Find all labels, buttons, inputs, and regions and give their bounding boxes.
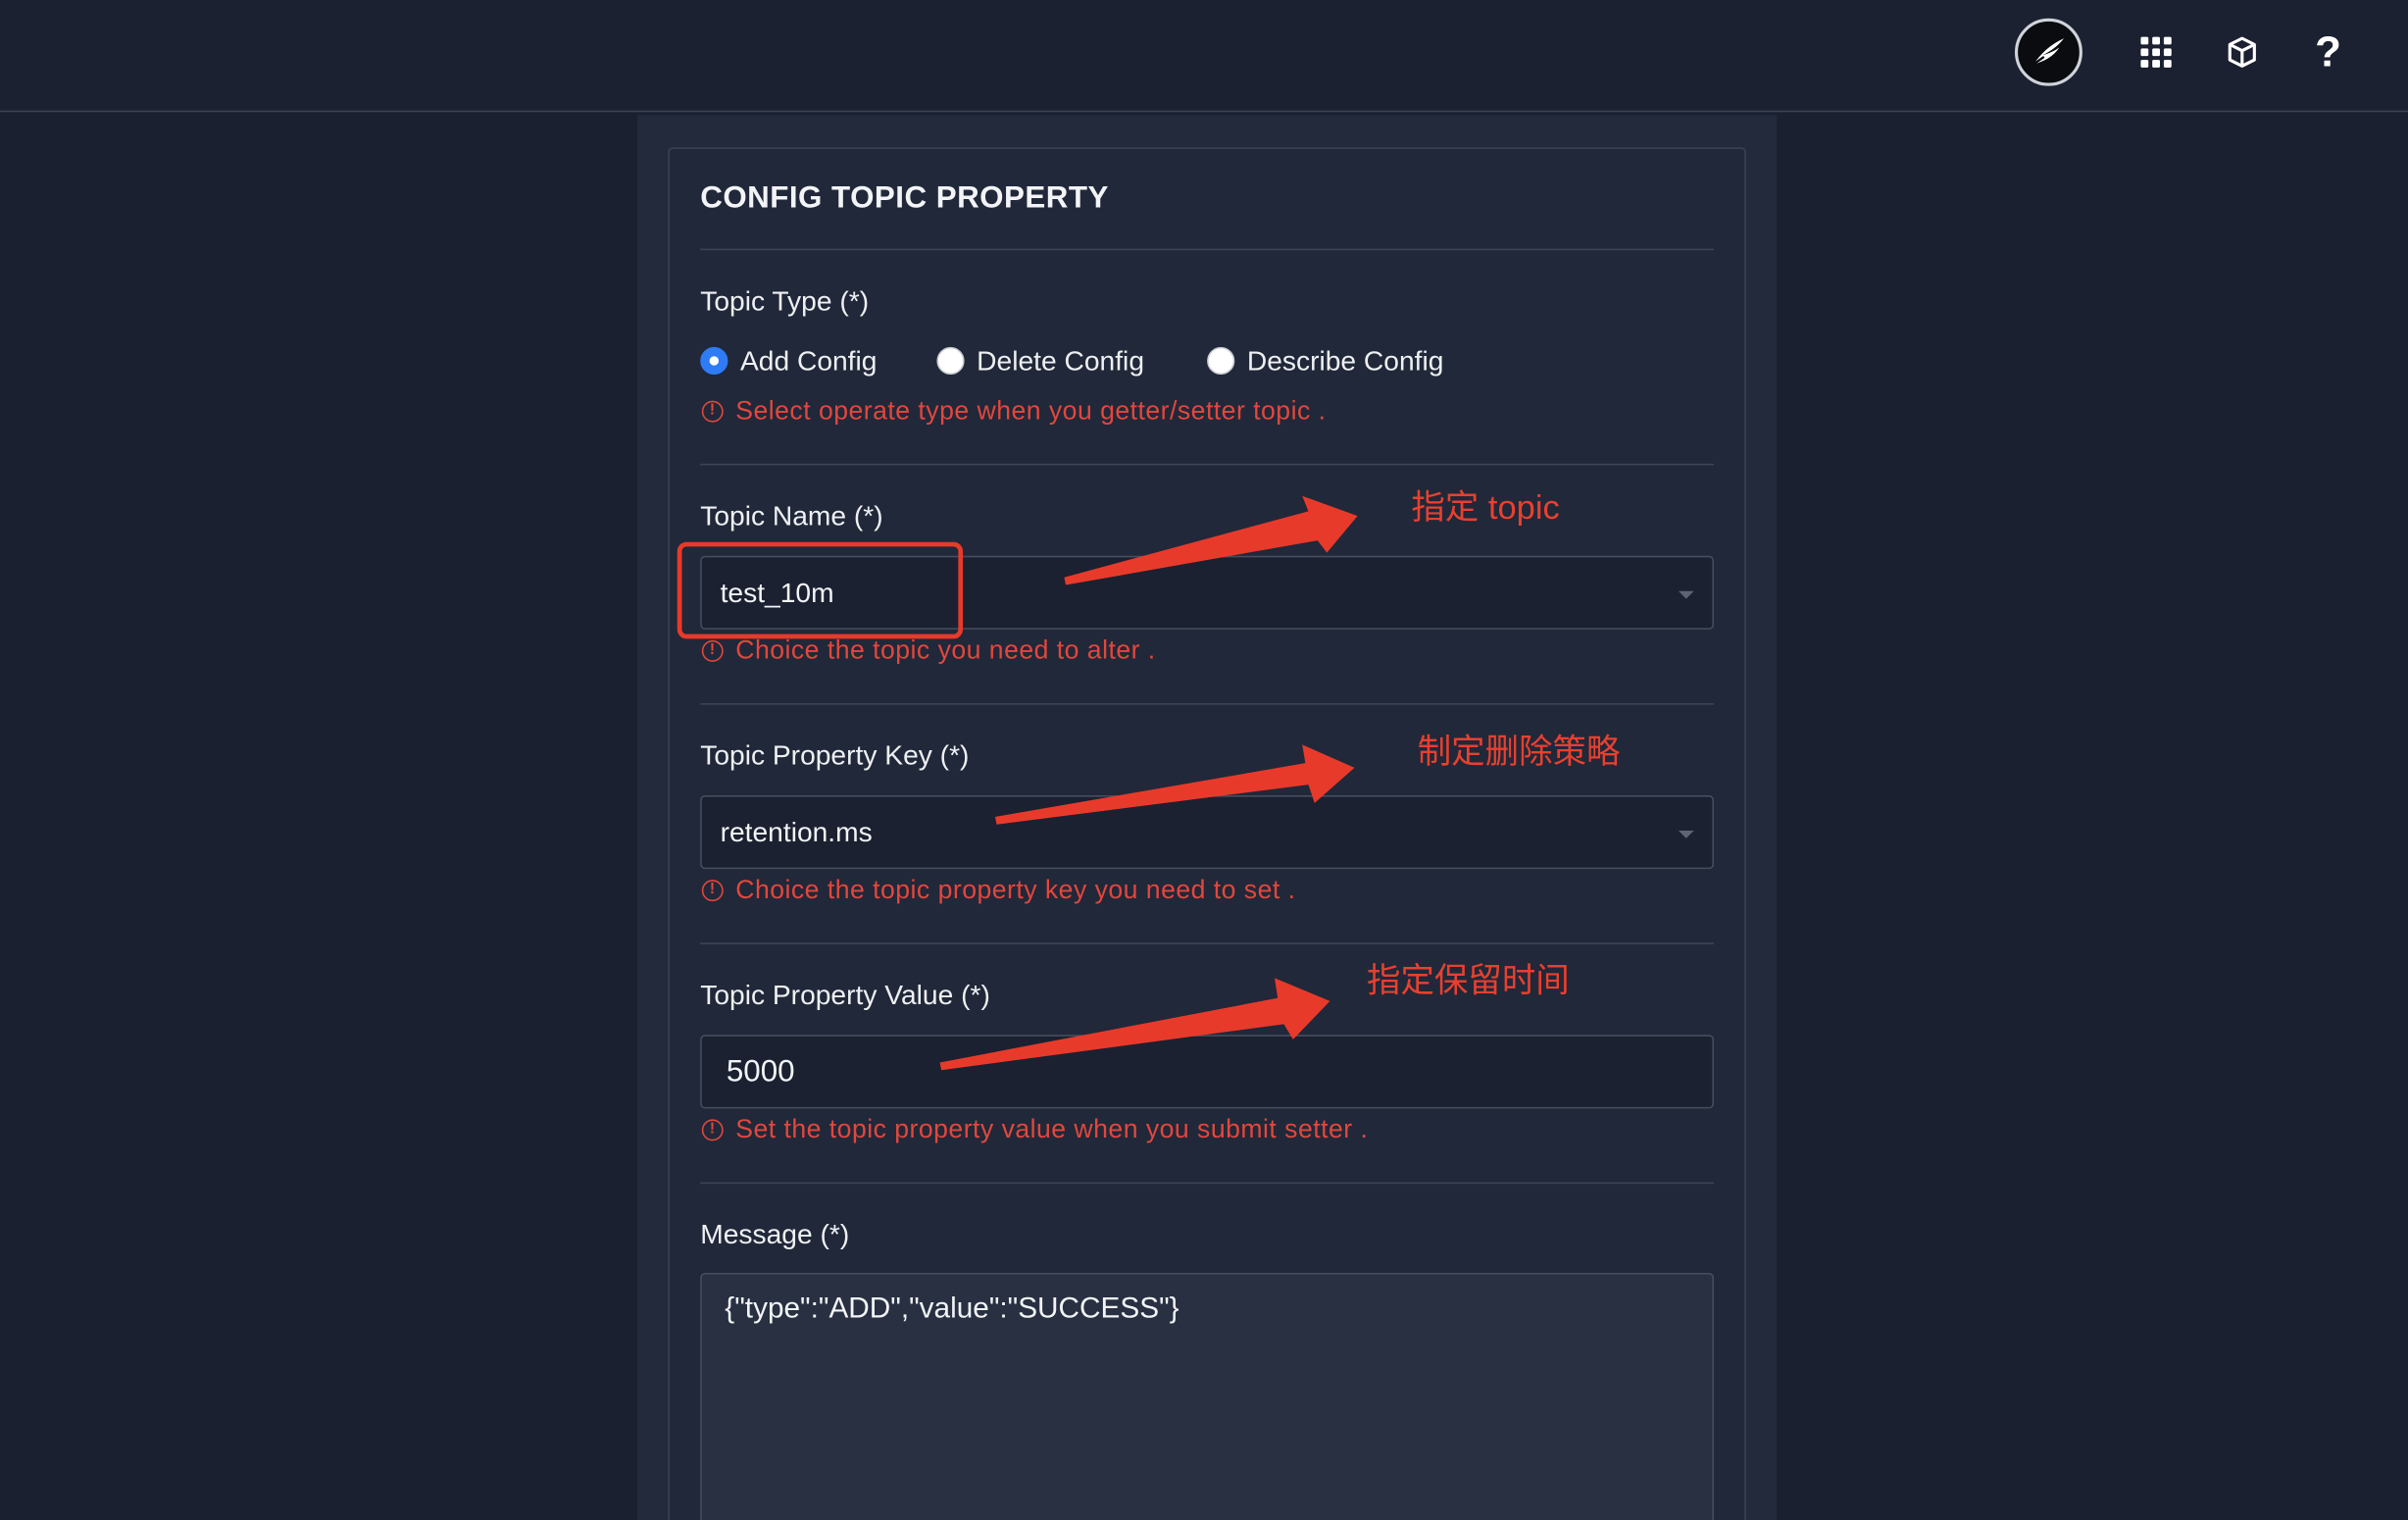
caret-down-icon xyxy=(1678,590,1694,599)
cube-icon[interactable] xyxy=(2221,30,2264,74)
help-icon[interactable]: ? xyxy=(2307,30,2350,74)
property-value-text: 5000 xyxy=(726,1053,795,1089)
divider xyxy=(700,942,1714,944)
radio-unchecked-icon xyxy=(1207,346,1235,376)
info-icon: ! xyxy=(701,400,724,423)
hint-text: Set the topic property value when you su… xyxy=(735,1114,1369,1144)
topic-name-label: Topic Name (*) xyxy=(700,500,883,532)
divider xyxy=(700,463,1714,466)
property-value-input[interactable]: 5000 xyxy=(700,1035,1714,1109)
message-label: Message (*) xyxy=(700,1219,850,1250)
property-key-label: Topic Property Key (*) xyxy=(700,739,970,771)
radio-label: Add Config xyxy=(739,344,878,376)
topic-type-label: Topic Type (*) xyxy=(700,285,870,317)
hint-text: Choice the topic you need to alter . xyxy=(735,635,1156,665)
radio-add-config[interactable]: Add Config xyxy=(700,344,878,376)
feather-logo-icon[interactable] xyxy=(2014,18,2082,86)
radio-label: Describe Config xyxy=(1246,344,1444,376)
top-bar: ? xyxy=(0,0,2408,113)
property-value-hint: ! Set the topic property value when you … xyxy=(701,1114,1369,1145)
property-key-hint: ! Choice the topic property key you need… xyxy=(701,875,1296,905)
info-icon: ! xyxy=(701,880,724,902)
radio-checked-icon xyxy=(700,346,728,376)
radio-delete-config[interactable]: Delete Config xyxy=(936,344,1145,376)
annotation-delete-policy: 制定删除策略 xyxy=(1417,732,1621,771)
message-textarea[interactable]: {"type":"ADD","value":"SUCCESS"} xyxy=(700,1272,1714,1520)
topic-type-hint: ! Select operate type when you getter/se… xyxy=(701,395,1327,427)
property-key-select[interactable]: retention.ms xyxy=(700,795,1714,870)
apps-grid-icon[interactable] xyxy=(2134,30,2178,74)
radio-label: Delete Config xyxy=(977,344,1145,376)
app-window: ? CONFIG TOPIC PROPERTY Topic Type (*) A… xyxy=(0,0,2408,1520)
info-icon: ! xyxy=(701,1119,724,1141)
card-title: CONFIG TOPIC PROPERTY xyxy=(700,180,1109,216)
annotation-topic: 指定 topic xyxy=(1411,487,1560,528)
divider xyxy=(700,703,1714,705)
message-text: {"type":"ADD","value":"SUCCESS"} xyxy=(725,1292,1179,1326)
hint-text: Select operate type when you getter/sett… xyxy=(735,395,1327,426)
annotation-retention-time: 指定保留时间 xyxy=(1367,961,1570,1000)
topic-name-value: test_10m xyxy=(720,576,834,608)
property-key-value: retention.ms xyxy=(720,816,873,847)
topic-name-hint: ! Choice the topic you need to alter . xyxy=(701,635,1156,666)
topic-name-select[interactable]: test_10m xyxy=(700,555,1714,630)
info-icon: ! xyxy=(701,639,724,662)
divider xyxy=(700,248,1714,251)
caret-down-icon xyxy=(1678,831,1694,838)
radio-describe-config[interactable]: Describe Config xyxy=(1207,344,1444,376)
radio-unchecked-icon xyxy=(936,346,965,376)
divider xyxy=(700,1182,1714,1185)
hint-text: Choice the topic property key you need t… xyxy=(735,875,1296,905)
property-value-label: Topic Property Value (*) xyxy=(700,979,990,1011)
